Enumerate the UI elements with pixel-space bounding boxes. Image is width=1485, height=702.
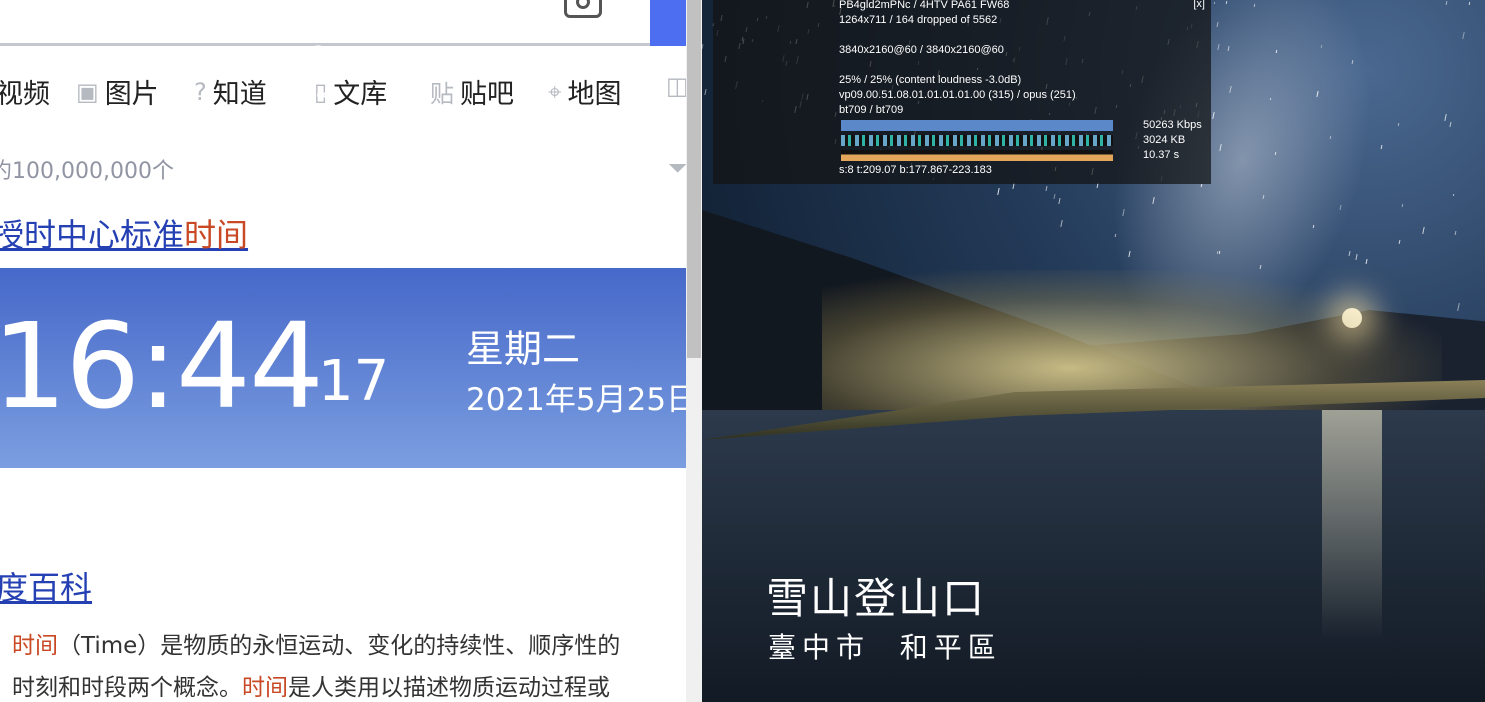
tab-tieba-label: 贴吧 bbox=[460, 79, 514, 110]
stats-key: Volume / bbox=[289, 59, 335, 71]
video-caption-title: 雪山登山口 bbox=[766, 574, 987, 623]
baike-title-link[interactable]: 度百科 bbox=[0, 563, 92, 609]
camera-lens bbox=[576, 0, 590, 9]
snippet-text: 时刻和时段两个概念。 bbox=[12, 675, 242, 701]
stats-key: Network Activity bbox=[249, 134, 335, 146]
tab-video-label: 视频 bbox=[0, 79, 50, 110]
result-title-prefix: 授时中心标准 bbox=[0, 216, 185, 254]
camera-icon[interactable] bbox=[564, 0, 602, 18]
result-title-highlight: 时间 bbox=[184, 216, 249, 254]
stats-value: s:8 t:209.07 b:177.867-223.183 bbox=[839, 164, 992, 176]
clock-date: 2021年5月25日 bbox=[466, 382, 686, 418]
tab-image-label: 图片 bbox=[104, 79, 159, 110]
snippet-highlight: 时间 bbox=[12, 633, 58, 659]
connection-speed-graph bbox=[841, 120, 1113, 131]
stats-value: bt709 / bt709 bbox=[839, 104, 904, 116]
snippet-highlight: 时间 bbox=[242, 675, 288, 701]
baike-snippet-line-1: 时间（Time）是物质的永恒运动、变化的持续性、顺序性的 bbox=[12, 626, 620, 660]
tab-map-label: 地图 bbox=[567, 79, 622, 110]
filter-icon[interactable]: ⏷ bbox=[668, 154, 686, 182]
stats-key: Res bbox=[314, 44, 335, 56]
star bbox=[1397, 122, 1399, 127]
stats-key: Color bbox=[306, 104, 335, 116]
star bbox=[1275, 49, 1278, 53]
tab-image[interactable]: ▣ 图片 bbox=[76, 72, 159, 111]
snippet-text: 是人类用以描述物质运动过程或 bbox=[288, 675, 610, 701]
clock-seconds: 17 bbox=[318, 349, 390, 414]
clock-hours-minutes: 16:44 bbox=[0, 297, 324, 435]
more-icon: ◫ bbox=[666, 72, 686, 100]
baike-snippet-line-2: 时刻和时段两个概念。时间是人类用以描述物质运动过程或 bbox=[12, 668, 610, 702]
stats-key: Video ID / sCPN bbox=[252, 0, 335, 11]
map-icon: ⌖ bbox=[548, 77, 562, 106]
tab-more[interactable]: ◫ bbox=[666, 72, 686, 100]
stats-value: 10.37 s bbox=[1143, 149, 1180, 161]
star bbox=[1468, 1, 1470, 5]
snippet-text: （Time）是物质的永恒运动、变化的持续性、顺序性的 bbox=[58, 633, 621, 659]
stats-value: 50263 Kbps bbox=[1143, 119, 1202, 131]
result-title-link[interactable]: 授时中心标准时间 bbox=[0, 210, 248, 256]
search-results-pane: 视频 ▣ 图片 ? 知道 ▯ 文库 贴 贴吧 ⌖ 地图 ◫ 约100,000,0… bbox=[0, 0, 686, 702]
video-caption-subtitle: 臺中市 和平區 bbox=[768, 631, 1002, 664]
image-icon: ▣ bbox=[76, 77, 99, 106]
clock-card: 16:44 17 星期二 2021年5月25日 bbox=[0, 268, 686, 468]
tab-map[interactable]: ⌖ 地图 bbox=[548, 72, 622, 111]
tab-tieba[interactable]: 贴 贴吧 bbox=[430, 72, 514, 111]
stats-value: PB4gld2mPNc / 4HTV PA61 FW68 bbox=[839, 0, 1010, 11]
network-activity-graph bbox=[841, 135, 1113, 146]
result-count: 约100,000,000个 bbox=[0, 159, 174, 184]
star bbox=[1312, 224, 1315, 228]
scrollbar-thumb[interactable] bbox=[687, 0, 701, 358]
stats-key: Connection Speed bbox=[238, 119, 335, 131]
star bbox=[1253, 4, 1255, 8]
stats-close-button[interactable]: [x] bbox=[1193, 0, 1205, 10]
stats-value: 25% / 25% (content loudness -3.0dB) bbox=[839, 74, 1022, 86]
stats-value: vp09.00.51.08.01.01.01.01.00 (315) / opu… bbox=[839, 89, 1076, 101]
stats-for-nerds-panel: [x] Video ID / sCPN PB4gld2mPNc / 4HTV PA… bbox=[238, 0, 1211, 184]
stats-key: Viewport / Frames bbox=[240, 14, 335, 26]
stats-key: Current / Optimal bbox=[245, 29, 335, 41]
moon-reflection bbox=[1322, 410, 1382, 640]
buffer-health-graph bbox=[841, 150, 1113, 161]
scrollbar[interactable] bbox=[686, 0, 702, 702]
stats-value: 3024 KB bbox=[1143, 134, 1186, 146]
tab-video[interactable]: 视频 bbox=[0, 72, 50, 111]
stats-key: Codecs bbox=[295, 89, 335, 101]
stats-value: 1264x711 / 164 dropped of 5562 bbox=[839, 14, 998, 26]
stats-value: 3840x2160@60 / 3840x2160@60 bbox=[839, 44, 1004, 56]
tieba-icon: 贴 bbox=[430, 80, 454, 108]
stats-key: Mystery Text bbox=[268, 164, 335, 176]
stats-key: Normalized bbox=[275, 74, 335, 86]
stats-key: Buffer Health bbox=[265, 149, 335, 161]
clock-weekday: 星期二 bbox=[466, 327, 581, 371]
search-button[interactable] bbox=[650, 0, 686, 46]
tab-wenku-label: 文库 bbox=[333, 79, 388, 110]
